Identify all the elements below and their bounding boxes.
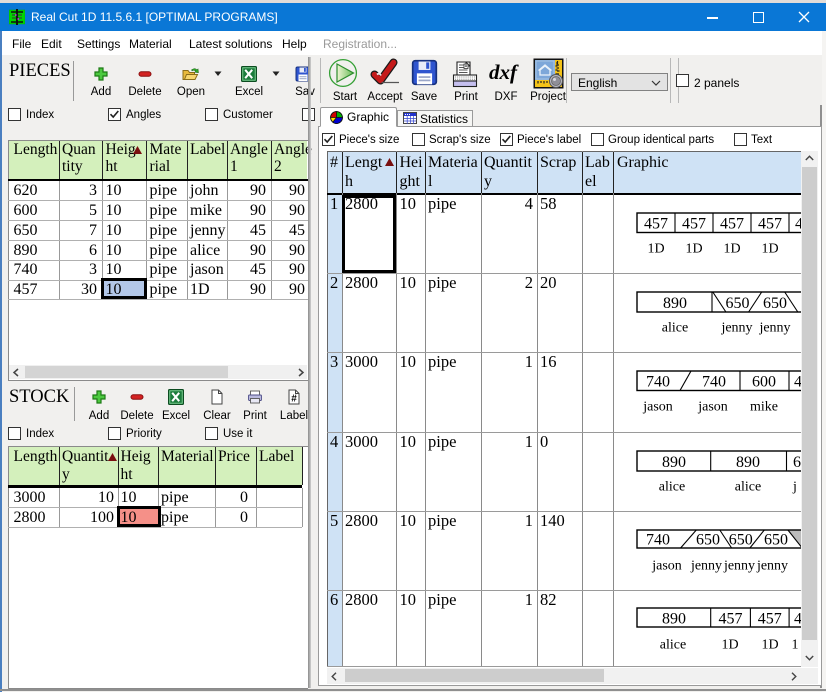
svg-text:alice: alice xyxy=(662,321,688,336)
svg-text:j: j xyxy=(792,480,797,495)
svg-text:650: 650 xyxy=(764,532,788,549)
svg-text:650: 650 xyxy=(726,295,750,312)
svg-text:jason: jason xyxy=(642,400,673,415)
svg-text:740: 740 xyxy=(646,532,670,549)
svg-text:jenny: jenny xyxy=(756,559,788,574)
svg-text:1D: 1D xyxy=(723,242,740,257)
svg-text:6: 6 xyxy=(793,454,801,471)
svg-text:1: 1 xyxy=(792,638,799,653)
svg-text:jason: jason xyxy=(651,559,682,574)
svg-text:1D: 1D xyxy=(761,638,778,653)
svg-text:457: 457 xyxy=(758,216,782,233)
svg-text:650: 650 xyxy=(763,295,787,312)
svg-text:jason: jason xyxy=(697,400,728,415)
svg-text:jenny: jenny xyxy=(723,559,755,574)
svg-text:457: 457 xyxy=(682,216,706,233)
svg-text:1D: 1D xyxy=(647,242,664,257)
svg-text:1D: 1D xyxy=(761,242,778,257)
svg-text:740: 740 xyxy=(646,374,670,391)
svg-text:740: 740 xyxy=(702,374,726,391)
svg-text:457: 457 xyxy=(719,611,743,628)
svg-text:#: # xyxy=(291,394,297,405)
svg-text:457: 457 xyxy=(644,216,668,233)
svg-text:890: 890 xyxy=(663,295,687,312)
svg-text:890: 890 xyxy=(662,454,686,471)
svg-text:4: 4 xyxy=(794,611,801,628)
svg-text:alice: alice xyxy=(659,480,685,495)
svg-text:alice: alice xyxy=(735,480,761,495)
svg-text:457: 457 xyxy=(758,611,782,628)
svg-text:650: 650 xyxy=(696,532,720,549)
svg-text:1D: 1D xyxy=(721,638,738,653)
svg-text:890: 890 xyxy=(736,454,760,471)
svg-text:alice: alice xyxy=(660,638,686,653)
svg-text:4: 4 xyxy=(794,374,801,391)
svg-text:mike: mike xyxy=(750,400,778,415)
svg-text:457: 457 xyxy=(720,216,744,233)
svg-text:jenny: jenny xyxy=(720,321,752,336)
svg-text:890: 890 xyxy=(662,611,686,628)
svg-text:jenny: jenny xyxy=(758,321,790,336)
svg-text:600: 600 xyxy=(752,374,776,391)
svg-text:1D: 1D xyxy=(685,242,702,257)
svg-text:650: 650 xyxy=(729,532,753,549)
svg-text:jenny: jenny xyxy=(690,559,722,574)
